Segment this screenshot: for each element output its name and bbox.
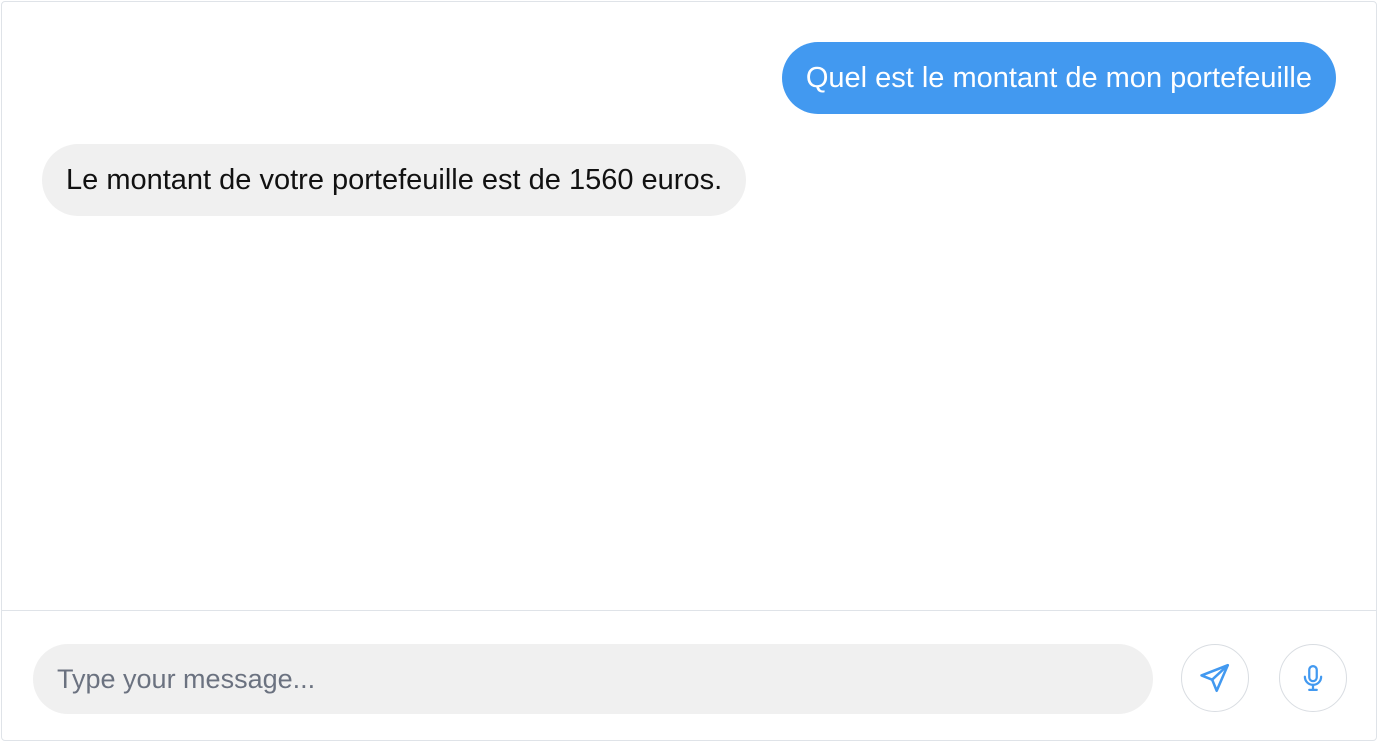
microphone-button[interactable] xyxy=(1279,644,1347,712)
user-message-text: Quel est le montant de mon portefeuille xyxy=(805,61,1312,94)
microphone-icon xyxy=(1303,665,1323,691)
bot-message-text: Le montant de votre portefeuille est de … xyxy=(66,163,723,196)
message-input[interactable] xyxy=(33,644,1153,714)
bot-message-bubble: Le montant de votre portefeuille est de … xyxy=(42,144,747,216)
message-composer xyxy=(2,610,1376,740)
send-button[interactable] xyxy=(1181,644,1249,712)
message-list: Quel est le montant de mon portefeuille … xyxy=(2,2,1376,611)
user-message-bubble: Quel est le montant de mon portefeuille xyxy=(781,42,1336,114)
send-icon xyxy=(1200,663,1230,693)
chat-window: Quel est le montant de mon portefeuille … xyxy=(1,1,1377,741)
